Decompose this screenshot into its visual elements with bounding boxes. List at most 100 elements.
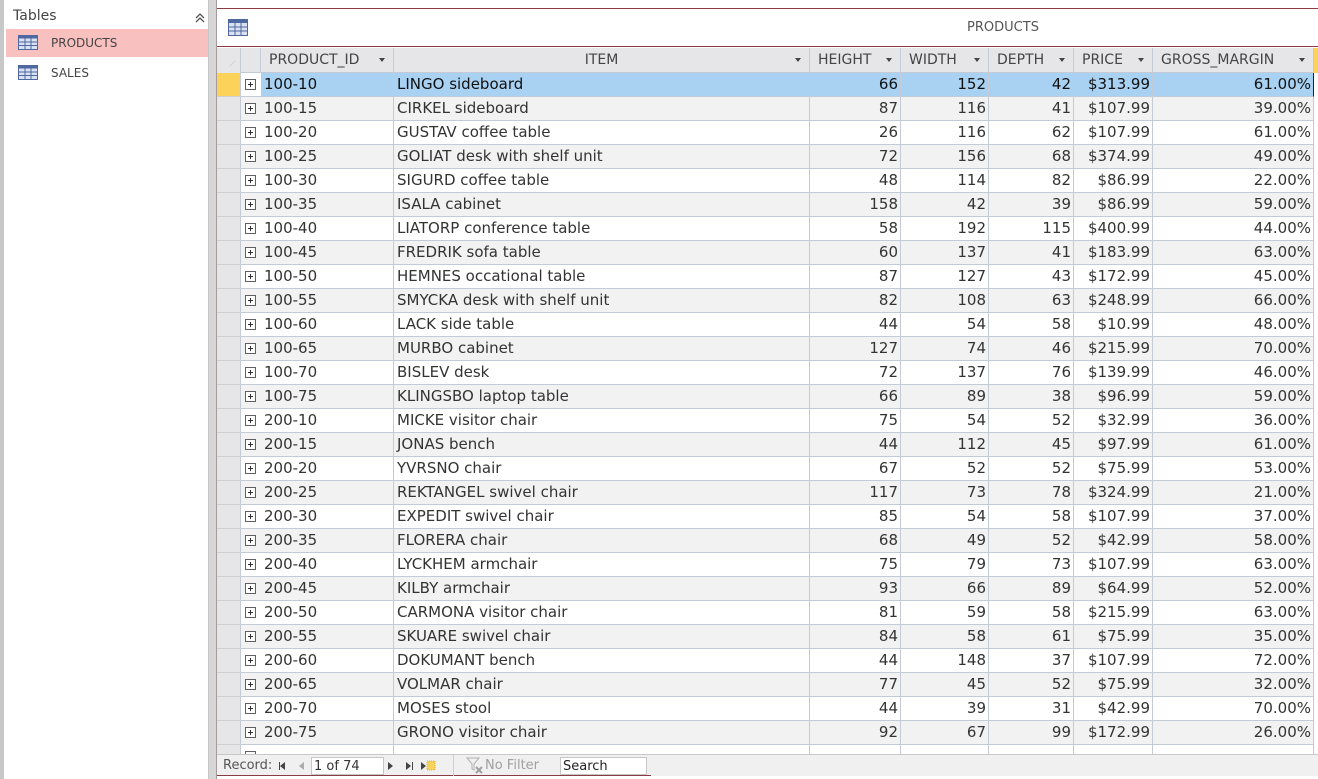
expand-subdatasheet-button[interactable] — [241, 145, 261, 169]
cell-depth[interactable]: 115 — [989, 217, 1074, 241]
cell-gross-margin[interactable]: 46.00% — [1153, 361, 1314, 385]
expand-subdatasheet-button[interactable] — [241, 241, 261, 265]
expand-subdatasheet-button[interactable] — [241, 745, 261, 754]
cell-height[interactable]: 77 — [810, 673, 901, 697]
table-row[interactable]: 200-30 EXPEDIT swivel chair 85 54 58 $107.99 3… — [217, 505, 1314, 529]
cell-item[interactable]: LINGO sideboard — [394, 73, 810, 97]
expand-subdatasheet-button[interactable] — [241, 313, 261, 337]
cell-price[interactable]: $75.99 — [1074, 625, 1153, 649]
table-row[interactable]: 200-40 LYCKHEM armchair 75 79 73 $107.99 63.00… — [217, 553, 1314, 577]
record-selector[interactable] — [217, 73, 241, 97]
cell-product-id[interactable]: 100-35 — [261, 193, 394, 217]
cell-gross-margin[interactable]: 52.00% — [1153, 577, 1314, 601]
cell-price[interactable]: $42.99 — [1074, 697, 1153, 721]
cell-product-id[interactable]: 200-75 — [261, 721, 394, 745]
column-header-product-id[interactable]: PRODUCT_ID — [261, 48, 394, 73]
table-row[interactable]: 100-35 ISALA cabinet 158 42 39 $86.99 59.00% — [217, 193, 1314, 217]
cell-item[interactable]: FREDRIK sofa table — [394, 241, 810, 265]
table-row[interactable]: 100-40 LIATORP conference table 58 192 115 $4… — [217, 217, 1314, 241]
cell-item[interactable]: LIATORP conference table — [394, 217, 810, 241]
cell-height[interactable]: 60 — [810, 241, 901, 265]
expand-subdatasheet-button[interactable] — [241, 697, 261, 721]
cell-product-id[interactable]: 200-35 — [261, 529, 394, 553]
expand-subdatasheet-button[interactable] — [241, 721, 261, 745]
cell-price[interactable]: $313.99 — [1074, 73, 1153, 97]
table-row[interactable]: 200-25 REKTANGEL swivel chair 117 73 78 $324.… — [217, 481, 1314, 505]
cell-depth[interactable]: 39 — [989, 193, 1074, 217]
cell-gross-margin[interactable]: 21.00% — [1153, 481, 1314, 505]
dropdown-arrow-icon[interactable] — [795, 58, 801, 62]
cell-width[interactable]: 52 — [901, 457, 989, 481]
record-selector[interactable] — [217, 457, 241, 481]
cell-price[interactable]: $75.99 — [1074, 457, 1153, 481]
cell-depth[interactable]: 58 — [989, 601, 1074, 625]
cell-width[interactable]: 39 — [901, 697, 989, 721]
horizontal-scrollbar[interactable] — [651, 755, 1318, 776]
cell-width[interactable]: 127 — [901, 265, 989, 289]
record-selector[interactable] — [217, 649, 241, 673]
table-row[interactable]: 100-70 BISLEV desk 72 137 76 $139.99 46.00% — [217, 361, 1314, 385]
cell-gross-margin[interactable]: 63.00% — [1153, 553, 1314, 577]
cell-gross-margin[interactable]: 36.00% — [1153, 409, 1314, 433]
cell-height[interactable]: 85 — [810, 505, 901, 529]
cell-price[interactable]: $96.99 — [1074, 385, 1153, 409]
expand-subdatasheet-button[interactable] — [241, 265, 261, 289]
cell-item[interactable]: DOKUMANT bench — [394, 649, 810, 673]
table-row[interactable]: 100-20 GUSTAV coffee table 26 116 62 $107.99 6… — [217, 121, 1314, 145]
cell-gross-margin[interactable]: 35.00% — [1153, 625, 1314, 649]
cell-item[interactable]: MICKE visitor chair — [394, 409, 810, 433]
cell-height[interactable]: 44 — [810, 313, 901, 337]
cell-height[interactable]: 81 — [810, 601, 901, 625]
cell-gross-margin[interactable]: 61.00% — [1153, 121, 1314, 145]
cell-gross-margin[interactable]: 48.00% — [1153, 313, 1314, 337]
table-row[interactable]: 200-55 SKUARE swivel chair 84 58 61 $75.99 35.… — [217, 625, 1314, 649]
cell-gross-margin[interactable]: 63.00% — [1153, 241, 1314, 265]
expand-subdatasheet-button[interactable] — [241, 73, 261, 97]
cell-product-id[interactable]: 200-20 — [261, 457, 394, 481]
cell-width[interactable]: 152 — [901, 73, 989, 97]
cell-gross-margin[interactable]: 72.00% — [1153, 649, 1314, 673]
cell-depth[interactable]: 78 — [989, 481, 1074, 505]
cell-width[interactable]: 54 — [901, 313, 989, 337]
pane-splitter[interactable] — [209, 0, 217, 779]
cell-height[interactable]: 127 — [810, 337, 901, 361]
record-selector[interactable] — [217, 409, 241, 433]
cell-gross-margin[interactable]: 70.00% — [1153, 337, 1314, 361]
cell-product-id[interactable]: 100-60 — [261, 313, 394, 337]
cell-width[interactable]: 137 — [901, 241, 989, 265]
dropdown-arrow-icon[interactable] — [974, 58, 980, 62]
cell-height[interactable]: 26 — [810, 121, 901, 145]
table-row[interactable]: 200-15 JONAS bench 44 112 45 $97.99 61.00% — [217, 433, 1314, 457]
cell-depth[interactable]: 58 — [989, 505, 1074, 529]
cell-height[interactable]: 68 — [810, 529, 901, 553]
column-header-gross-margin[interactable]: GROSS_MARGIN — [1153, 48, 1314, 73]
cell-product-id[interactable]: 100-15 — [261, 97, 394, 121]
expand-subdatasheet-button[interactable] — [241, 649, 261, 673]
table-row[interactable] — [217, 745, 1314, 754]
cell-price[interactable]: $86.99 — [1074, 193, 1153, 217]
cell-item[interactable]: ISALA cabinet — [394, 193, 810, 217]
cell-item[interactable]: SIGURD coffee table — [394, 169, 810, 193]
cell-gross-margin[interactable]: 59.00% — [1153, 385, 1314, 409]
cell-item[interactable]: GRONO visitor chair — [394, 721, 810, 745]
cell-product-id[interactable]: 200-60 — [261, 649, 394, 673]
cell-product-id[interactable]: 200-10 — [261, 409, 394, 433]
cell-height[interactable]: 117 — [810, 481, 901, 505]
record-selector[interactable] — [217, 697, 241, 721]
expand-subdatasheet-button[interactable] — [241, 529, 261, 553]
expand-subdatasheet-button[interactable] — [241, 97, 261, 121]
current-record-field[interactable] — [311, 757, 384, 775]
cell-depth[interactable]: 43 — [989, 265, 1074, 289]
cell-product-id[interactable]: 200-30 — [261, 505, 394, 529]
cell-price[interactable]: $400.99 — [1074, 217, 1153, 241]
next-record-button[interactable] — [384, 759, 398, 773]
cell-depth[interactable]: 61 — [989, 625, 1074, 649]
cell-height[interactable]: 72 — [810, 145, 901, 169]
record-selector[interactable] — [217, 337, 241, 361]
cell-depth[interactable] — [989, 745, 1074, 754]
cell-product-id[interactable]: 200-25 — [261, 481, 394, 505]
cell-depth[interactable]: 63 — [989, 289, 1074, 313]
expand-subdatasheet-button[interactable] — [241, 601, 261, 625]
cell-item[interactable]: HEMNES occational table — [394, 265, 810, 289]
nav-item-products[interactable]: PRODUCTS — [6, 29, 208, 57]
